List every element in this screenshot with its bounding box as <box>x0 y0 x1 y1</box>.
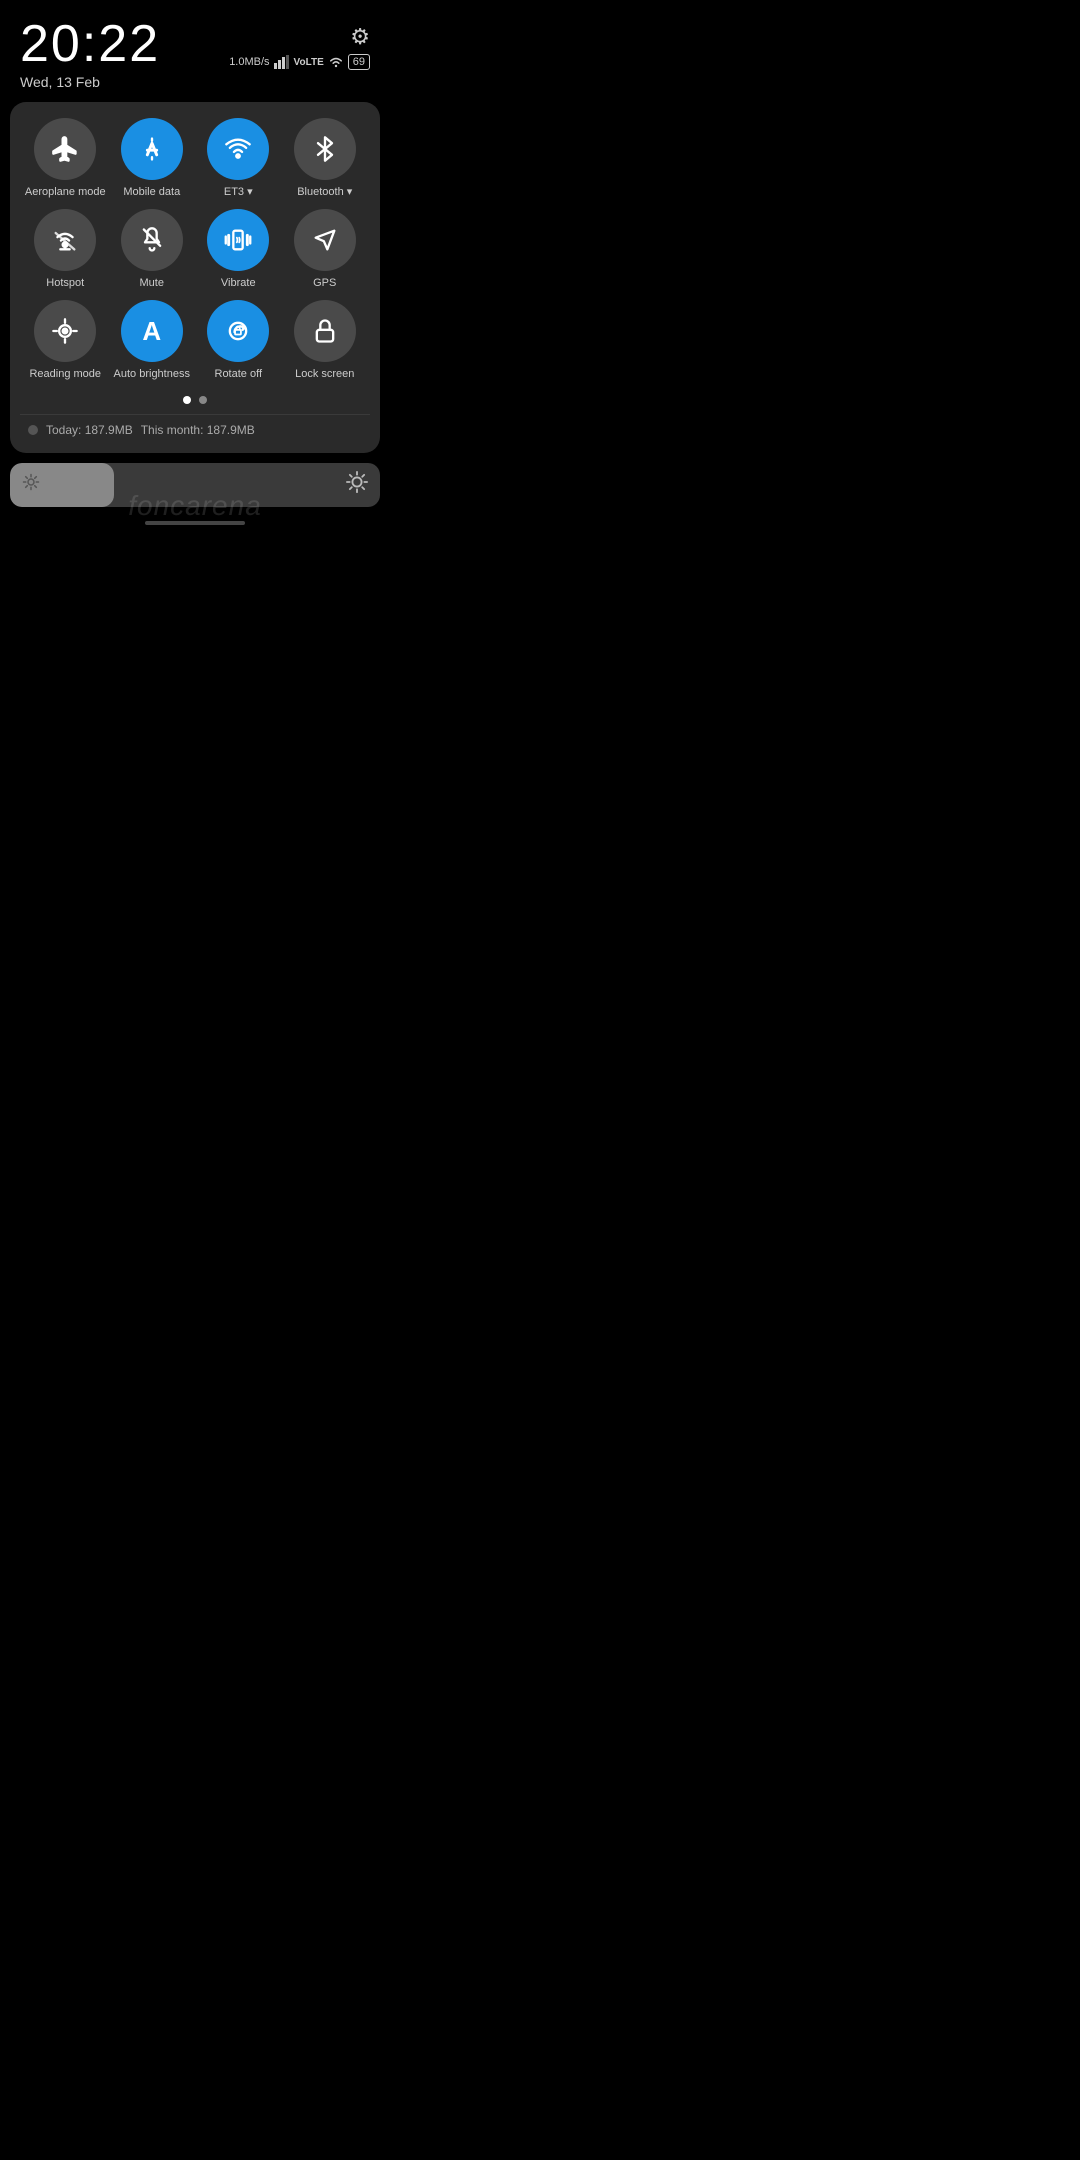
brightness-high-icon <box>346 471 368 498</box>
gps-circle <box>294 209 356 271</box>
toggle-bluetooth[interactable]: Bluetooth ▾ <box>284 118 367 199</box>
lock-screen-circle <box>294 300 356 362</box>
toggle-mute[interactable]: Mute <box>111 209 194 290</box>
status-bar: 20:22 Wed, 13 Feb ⚙ 1.0MB/s VoLTE <box>0 0 390 98</box>
toggle-hotspot[interactable]: Hotspot <box>24 209 107 290</box>
toggle-wifi[interactable]: ET3 ▾ <box>197 118 280 199</box>
status-indicators: 1.0MB/s VoLTE <box>229 54 370 70</box>
vibrate-label: Vibrate <box>221 277 256 290</box>
brightness-low-icon <box>22 473 40 496</box>
bluetooth-icon <box>311 135 339 163</box>
aeroplane-label: Aeroplane mode <box>25 186 106 199</box>
lock-screen-icon <box>311 317 339 345</box>
data-usage: Today: 187.9MB This month: 187.9MB <box>20 414 370 439</box>
toggle-grid: Aeroplane mode Mobile data <box>20 118 370 382</box>
mobile-data-circle <box>121 118 183 180</box>
vibrate-circle <box>207 209 269 271</box>
rotate-off-circle <box>207 300 269 362</box>
lock-screen-label: Lock screen <box>295 368 354 381</box>
status-right: ⚙ 1.0MB/s VoLTE <box>229 18 370 70</box>
toggle-aeroplane[interactable]: Aeroplane mode <box>24 118 107 199</box>
data-dot <box>28 425 38 435</box>
pagination <box>20 396 370 404</box>
data-speed: 1.0MB/s <box>229 56 269 68</box>
aeroplane-icon <box>51 135 79 163</box>
data-month: This month: 187.9MB <box>141 423 255 437</box>
signal-icon <box>274 55 290 69</box>
auto-brightness-letter: A <box>142 316 161 347</box>
quick-settings-panel: Aeroplane mode Mobile data <box>10 102 380 453</box>
home-indicator[interactable] <box>145 521 245 525</box>
wifi-icon <box>224 135 252 163</box>
wifi-circle <box>207 118 269 180</box>
toggle-mobile-data[interactable]: Mobile data <box>111 118 194 199</box>
reading-mode-icon <box>51 317 79 345</box>
toggle-vibrate[interactable]: Vibrate <box>197 209 280 290</box>
brightness-slider[interactable] <box>10 463 380 507</box>
gps-icon <box>311 226 339 254</box>
toggle-auto-brightness[interactable]: A Auto brightness <box>111 300 194 381</box>
settings-icon[interactable]: ⚙ <box>350 24 370 50</box>
data-today: Today: 187.9MB <box>46 423 133 437</box>
gps-label: GPS <box>313 277 336 290</box>
bluetooth-label: Bluetooth ▾ <box>297 186 352 199</box>
mute-icon <box>138 226 166 254</box>
toggle-lock-screen[interactable]: Lock screen <box>284 300 367 381</box>
hotspot-icon <box>51 226 79 254</box>
mute-circle <box>121 209 183 271</box>
battery-indicator: 69 <box>348 54 370 70</box>
auto-brightness-circle: A <box>121 300 183 362</box>
date: Wed, 13 Feb <box>20 74 160 90</box>
rotate-off-icon <box>224 317 252 345</box>
reading-mode-label: Reading mode <box>29 368 101 381</box>
mute-label: Mute <box>140 277 164 290</box>
bluetooth-circle <box>294 118 356 180</box>
clock: 20:22 <box>20 18 160 70</box>
toggle-gps[interactable]: GPS <box>284 209 367 290</box>
mobile-data-icon <box>138 135 166 163</box>
reading-mode-circle <box>34 300 96 362</box>
time-block: 20:22 Wed, 13 Feb <box>20 18 160 90</box>
wifi-status-icon <box>328 55 344 69</box>
vibrate-icon <box>224 226 252 254</box>
hotspot-circle <box>34 209 96 271</box>
hotspot-label: Hotspot <box>46 277 84 290</box>
mobile-data-label: Mobile data <box>123 186 180 199</box>
page-dot-2[interactable] <box>199 396 207 404</box>
volte-icon: VoLTE <box>294 57 324 68</box>
page-dot-1[interactable] <box>183 396 191 404</box>
aeroplane-circle <box>34 118 96 180</box>
auto-brightness-label: Auto brightness <box>114 368 190 381</box>
toggle-reading-mode[interactable]: Reading mode <box>24 300 107 381</box>
wifi-label: ET3 ▾ <box>224 186 253 199</box>
toggle-rotate-off[interactable]: Rotate off <box>197 300 280 381</box>
rotate-off-label: Rotate off <box>215 368 263 381</box>
